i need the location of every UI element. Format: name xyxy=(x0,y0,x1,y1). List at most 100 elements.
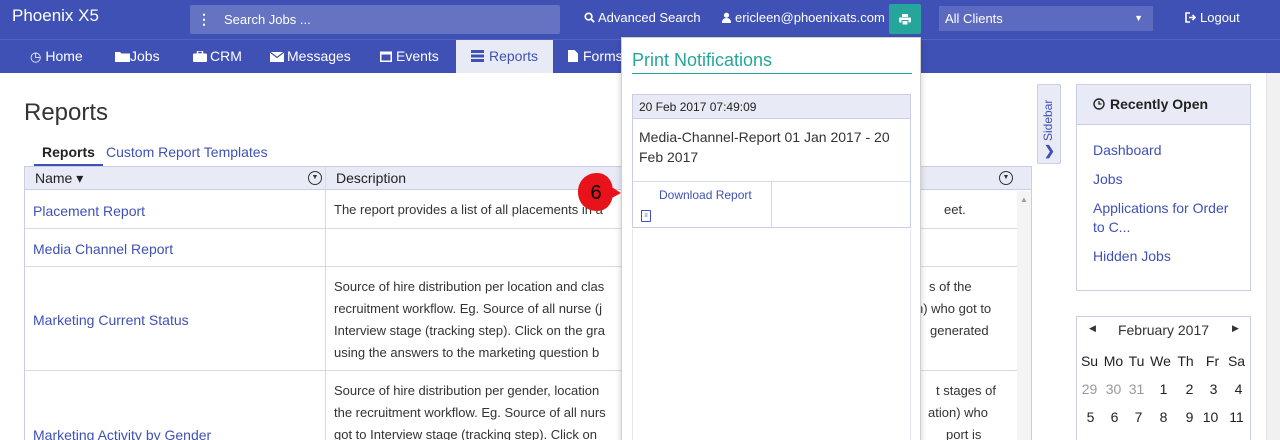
report-description-tail: eet. xyxy=(944,202,966,217)
calendar-dow: Th xyxy=(1177,353,1194,369)
tab-custom-report-templates[interactable]: Custom Report Templates xyxy=(106,144,268,160)
page-scrollbar[interactable] xyxy=(1266,73,1280,440)
report-description-tail: n) who got to xyxy=(916,301,992,316)
calendar-dow: Mo xyxy=(1103,353,1124,369)
calendar-day[interactable]: 31 xyxy=(1124,381,1149,397)
notification-timestamp: 20 Feb 2017 07:49:09 xyxy=(633,95,910,119)
report-name-link[interactable]: Marketing Activity by Gender xyxy=(33,427,211,440)
nav-events[interactable]: Events xyxy=(366,40,453,73)
nav-home-label: Home xyxy=(45,48,83,64)
chevron-right-icon: ❯ xyxy=(1044,143,1055,158)
divider xyxy=(771,181,772,227)
user-email: ericleen@phoenixats.com xyxy=(735,10,885,25)
calendar-day[interactable]: 5 xyxy=(1078,409,1103,425)
column-header-description[interactable]: Description xyxy=(336,170,406,186)
print-notifications-popup: Print Notifications 20 Feb 2017 07:49:09… xyxy=(621,37,921,440)
step-marker-number: 6 xyxy=(590,182,601,204)
calendar-day[interactable]: 6 xyxy=(1102,409,1127,425)
recent-item[interactable]: Hidden Jobs xyxy=(1093,247,1243,266)
calendar-dow: We xyxy=(1150,353,1171,369)
search-icon xyxy=(584,12,595,23)
calendar-day[interactable]: 7 xyxy=(1126,409,1151,425)
calendar-day[interactable]: 3 xyxy=(1201,381,1226,397)
report-description-tail: port is xyxy=(946,427,982,440)
print-button[interactable] xyxy=(889,4,921,34)
nav-jobs-label: Jobs xyxy=(130,48,160,64)
nav-home[interactable]: ◷ Home xyxy=(16,40,97,73)
calendar-day[interactable]: 8 xyxy=(1151,409,1176,425)
sidebar-toggle[interactable]: Sidebar ❯ xyxy=(1037,84,1061,164)
divider xyxy=(632,73,912,74)
download-report-link[interactable]: Download Report xyxy=(659,188,752,202)
nav-reports-label: Reports xyxy=(489,48,539,64)
recently-open-title: Recently Open xyxy=(1110,96,1209,112)
recent-item[interactable]: Dashboard xyxy=(1093,141,1243,160)
client-select[interactable]: All Clients ▼ xyxy=(939,6,1153,31)
scroll-up-icon[interactable]: ▲ xyxy=(1020,195,1028,204)
dashboard-icon: ◷ xyxy=(30,49,42,64)
reports-icon xyxy=(471,50,484,62)
client-select-value: All Clients xyxy=(945,11,1003,26)
report-description-tail: s of the xyxy=(929,279,972,294)
clock-icon xyxy=(1093,98,1105,110)
report-name-link[interactable]: Media Channel Report xyxy=(33,241,173,257)
notification-card: 20 Feb 2017 07:49:09 Media-Channel-Repor… xyxy=(632,94,911,228)
notification-report-name: Media-Channel-Report 01 Jan 2017 - 20 Fe… xyxy=(639,129,890,165)
advanced-search-label: Advanced Search xyxy=(598,10,701,25)
pdf-file-icon[interactable]: ≡ xyxy=(641,210,651,222)
calendar-dow: Tu xyxy=(1128,353,1145,369)
mini-calendar: February 2017 ◀ ▶ Su Mo Tu We Th Fr Sa 2… xyxy=(1076,316,1251,440)
recent-item[interactable]: Jobs xyxy=(1093,170,1243,189)
calendar-day[interactable]: 4 xyxy=(1226,381,1251,397)
step-marker: 6 xyxy=(578,173,621,211)
calendar-dow: Sa xyxy=(1227,353,1246,369)
search-menu-icon[interactable]: ⋮ xyxy=(190,5,218,34)
nav-reports[interactable]: Reports xyxy=(456,40,553,73)
report-description-tail: ation) who xyxy=(928,405,988,420)
calendar-day[interactable]: 10 xyxy=(1198,409,1223,425)
filter-icon[interactable]: ▼ xyxy=(308,171,322,185)
calendar-dow: Su xyxy=(1080,353,1099,369)
file-icon xyxy=(568,50,578,62)
tab-reports[interactable]: Reports xyxy=(34,144,103,166)
recently-open-header: Recently Open xyxy=(1077,85,1250,125)
recent-item[interactable]: Applications for Order to C... xyxy=(1093,199,1243,237)
report-description-tail: t stages of xyxy=(936,383,996,398)
calendar-day[interactable]: 2 xyxy=(1177,381,1202,397)
filter-icon[interactable]: ▼ xyxy=(999,171,1013,185)
nav-messages[interactable]: Messages xyxy=(256,40,365,73)
nav-events-label: Events xyxy=(396,48,439,64)
nav-jobs[interactable]: Jobs xyxy=(101,40,174,73)
calendar-dow: Fr xyxy=(1205,353,1220,369)
logout-label: Logout xyxy=(1200,10,1240,25)
sidebar-toggle-label: Sidebar xyxy=(1041,99,1055,141)
calendar-day[interactable]: 30 xyxy=(1101,381,1126,397)
prev-month-icon[interactable]: ◀ xyxy=(1089,323,1096,334)
report-description-tail: generated xyxy=(930,323,989,338)
table-scrollbar[interactable] xyxy=(1017,191,1031,440)
logout-link[interactable]: Logout xyxy=(1185,10,1240,25)
nav-crm[interactable]: CRM xyxy=(179,40,256,73)
popup-title: Print Notifications xyxy=(632,50,773,70)
nav-messages-label: Messages xyxy=(287,48,351,64)
calendar-day[interactable]: 29 xyxy=(1077,381,1102,397)
printer-icon xyxy=(899,13,911,25)
envelope-icon xyxy=(269,51,285,62)
user-icon xyxy=(721,12,732,23)
calendar-icon xyxy=(380,51,392,62)
folder-icon xyxy=(115,52,130,62)
advanced-search-link[interactable]: Advanced Search xyxy=(584,10,701,25)
brand-logo[interactable]: Phoenix X5 xyxy=(12,6,99,26)
user-menu[interactable]: ericleen@phoenixats.com xyxy=(721,10,885,25)
report-name-link[interactable]: Placement Report xyxy=(33,203,145,219)
page-title: Reports xyxy=(24,99,109,126)
search-input[interactable] xyxy=(218,5,560,34)
report-name-link[interactable]: Marketing Current Status xyxy=(33,312,189,328)
column-header-name[interactable]: Name ▾ xyxy=(35,170,83,187)
nav-forms-label: Forms xyxy=(583,48,623,64)
calendar-day[interactable]: 1 xyxy=(1151,381,1176,397)
calendar-month: February 2017 xyxy=(1117,322,1210,338)
nav-crm-label: CRM xyxy=(210,48,242,64)
next-month-icon[interactable]: ▶ xyxy=(1232,323,1239,334)
calendar-day[interactable]: 11 xyxy=(1224,409,1249,425)
